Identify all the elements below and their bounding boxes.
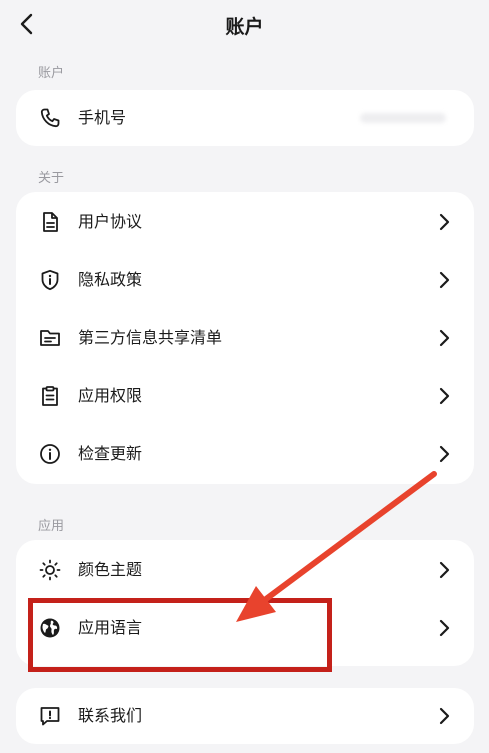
- annotation-arrow: [236, 471, 437, 622]
